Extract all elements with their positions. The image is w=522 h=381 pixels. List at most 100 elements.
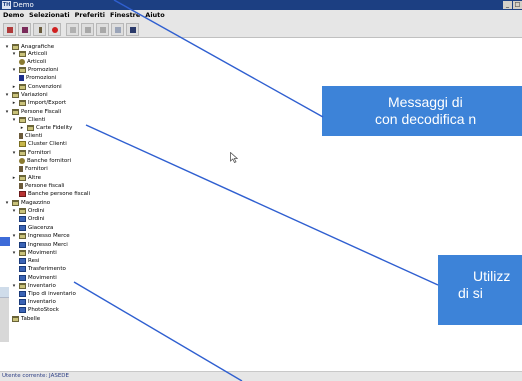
menu-selezionati[interactable]: Selezionati — [29, 10, 70, 21]
callout-line: di si — [458, 285, 483, 301]
tree-node-label: Clienti — [28, 117, 46, 123]
folder-icon — [19, 51, 26, 57]
expanded-toggle-icon[interactable]: ▾ — [11, 208, 17, 214]
grid-toolbar-button[interactable] — [18, 22, 31, 36]
folder-icon — [19, 100, 26, 106]
menu-finestre[interactable]: Finestre — [110, 10, 140, 21]
menu-aiuto[interactable]: Aiuto — [145, 10, 164, 21]
expanded-toggle-icon[interactable]: ▾ — [11, 117, 17, 123]
expanded-toggle-icon[interactable]: ▾ — [11, 283, 17, 289]
tree-node[interactable]: Clienti — [19, 132, 42, 140]
tree-node[interactable]: ▸ Altre — [11, 174, 41, 182]
tree-node[interactable]: Ordini — [19, 215, 45, 223]
tree-node-label: Carte Fidelity — [36, 125, 73, 131]
tree-node[interactable]: Trasferimento — [19, 265, 66, 273]
expanded-toggle-icon[interactable]: ▾ — [11, 51, 17, 57]
tree-node[interactable]: Banche persone fiscali — [19, 190, 90, 198]
window-controls: _ □ — [503, 1, 522, 9]
maximize-button[interactable]: □ — [513, 1, 522, 9]
table-toolbar-button-3[interactable] — [111, 22, 124, 36]
tree-node-label: Articoli — [28, 51, 48, 57]
folder-icon — [12, 109, 19, 115]
tree-node[interactable]: ▸Tabelle — [4, 315, 40, 323]
folder-icon — [19, 117, 26, 123]
folder-icon — [27, 125, 34, 131]
tag-icon — [19, 141, 26, 147]
collapsed-toggle-icon[interactable]: ▸ — [11, 100, 17, 106]
tree-node[interactable]: ▸ Carte Fidelity — [19, 124, 72, 132]
folder-icon — [19, 84, 26, 90]
tree-node[interactable]: ▾ Clienti — [11, 116, 45, 124]
key-icon — [39, 26, 42, 33]
mouse-pointer-icon — [230, 152, 238, 163]
tree-node-label: Articoli — [27, 59, 47, 65]
tree-node[interactable]: Persone fiscali — [19, 182, 64, 190]
tree-node[interactable]: ▸ Convenzioni — [11, 83, 62, 91]
minimize-button[interactable]: _ — [503, 1, 512, 9]
tree-node[interactable]: Tipo di inventario — [19, 290, 76, 298]
table-icon — [19, 266, 26, 272]
tree-node-label: Giacenza — [28, 225, 54, 231]
key-toolbar-button[interactable] — [33, 22, 46, 36]
tree-node[interactable]: Fornitori — [19, 165, 48, 173]
tree-node-label: Banche persone fiscali — [28, 191, 91, 197]
collapsed-toggle-icon[interactable]: ▸ — [19, 125, 25, 131]
table-toolbar-button-2[interactable] — [96, 22, 109, 36]
tree-node[interactable]: Promozioni — [19, 74, 56, 82]
table-icon — [19, 299, 26, 305]
tree-node-label: Persone fiscali — [25, 183, 65, 189]
tree-node-label: Inventario — [28, 283, 56, 289]
tree-node[interactable]: Resi — [19, 257, 39, 265]
tree-node-label: Resi — [28, 258, 40, 264]
tree-node[interactable]: Articoli — [19, 58, 46, 66]
expanded-toggle-icon[interactable]: ▾ — [4, 200, 10, 206]
callout-box-messages: Messaggi di con decodifica n — [322, 86, 522, 136]
tree-node[interactable]: ▾ Inventario — [11, 282, 56, 290]
expanded-toggle-icon[interactable]: ▾ — [11, 150, 17, 156]
tree-node-label: Magazzino — [21, 200, 51, 206]
tree-node[interactable]: ▾ Fornitori — [11, 149, 51, 157]
table-icon — [19, 275, 26, 281]
tree-node[interactable]: ▾ Ordini — [11, 207, 45, 215]
tree-node[interactable]: PhotoStock — [19, 306, 59, 314]
tree-node[interactable]: Inventario — [19, 298, 56, 306]
tree-node[interactable]: Cluster Clienti — [19, 140, 67, 148]
tree-node[interactable]: ▸ Import/Export — [11, 99, 66, 107]
tree-node[interactable]: ▾ Variazioni — [4, 91, 48, 99]
menu-preferiti[interactable]: Preferiti — [75, 10, 105, 21]
tree-node-label: Promozioni — [28, 67, 59, 73]
tree-node[interactable]: ▾ Ingresso Merce — [11, 232, 70, 240]
tree-node[interactable]: Banche fornitori — [19, 157, 71, 165]
expanded-toggle-icon[interactable]: ▾ — [11, 233, 17, 239]
tree-node-label: Tabelle — [21, 316, 41, 322]
flag-icon — [19, 75, 24, 81]
tree-node[interactable]: ▾ Articoli — [11, 50, 47, 58]
tree-node[interactable]: Ingresso Merci — [19, 241, 68, 249]
expanded-toggle-icon[interactable]: ▾ — [4, 92, 10, 98]
print-toolbar-button[interactable] — [126, 22, 139, 36]
collapsed-toggle-icon[interactable]: ▸ — [11, 84, 17, 90]
table-icon — [115, 26, 121, 33]
expanded-toggle-icon[interactable]: ▾ — [4, 109, 10, 115]
tree-node-label: Ordini — [28, 208, 45, 214]
folder-icon — [19, 250, 26, 256]
app-logo-icon: TH — [2, 1, 11, 9]
tree-node[interactable]: Movimenti — [19, 274, 57, 282]
expanded-toggle-icon[interactable]: ▾ — [11, 250, 17, 256]
print-icon — [130, 26, 136, 33]
title-bar[interactable]: TH Demo _ □ — [0, 0, 522, 10]
menu-demo[interactable]: Demo — [3, 10, 24, 21]
expanded-toggle-icon[interactable]: ▾ — [4, 44, 10, 50]
flag-toolbar-button[interactable] — [66, 22, 79, 36]
expanded-toggle-icon[interactable]: ▾ — [11, 67, 17, 73]
collapsed-toggle-icon[interactable]: ▸ — [11, 175, 17, 181]
tree-node[interactable]: Giacenza — [19, 224, 53, 232]
tree-node[interactable]: ▾ Promozioni — [11, 66, 58, 74]
table-toolbar-button-1[interactable] — [81, 22, 94, 36]
tree-node[interactable]: ▾ Magazzino — [4, 199, 50, 207]
tree-node[interactable]: ▾ Persone Fiscali — [4, 108, 61, 116]
app-toolbar-button[interactable] — [3, 22, 16, 36]
tree-node-label: Movimenti — [28, 250, 57, 256]
stop-toolbar-button[interactable] — [48, 22, 61, 36]
tree-node[interactable]: ▾ Movimenti — [11, 249, 57, 257]
